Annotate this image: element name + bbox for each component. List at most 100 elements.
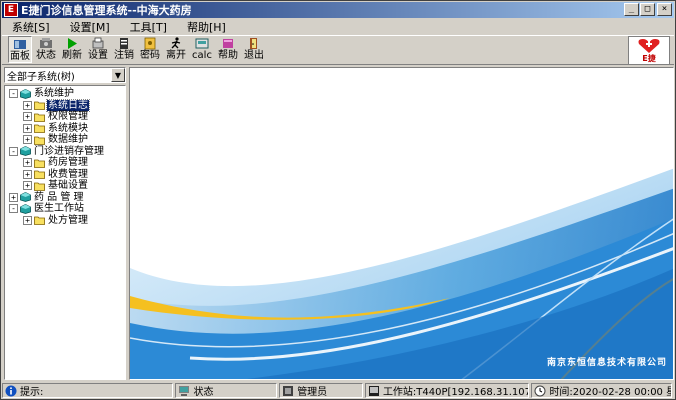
folder-icon xyxy=(34,159,45,168)
expand-icon[interactable]: + xyxy=(23,181,32,191)
expand-icon[interactable]: + xyxy=(23,135,32,145)
exit-button[interactable]: 退出 xyxy=(242,36,266,63)
tree-node[interactable]: + 药 品 管 理 xyxy=(5,192,125,204)
info-icon xyxy=(5,385,17,396)
tree-node-label: 系统日志 xyxy=(46,98,90,112)
tree-node[interactable]: + 收费管理 xyxy=(5,169,125,181)
settings-button[interactable]: 设置 xyxy=(86,36,110,63)
tree-node[interactable]: - 系统维护 xyxy=(5,88,125,100)
logo-text: E捷 xyxy=(642,54,656,63)
status-workstation-text: 工作站:T440P[192.168.31.107] xyxy=(382,387,530,398)
status-hint-panel: 提示: xyxy=(2,383,174,398)
leave-label: 离开 xyxy=(166,50,186,61)
navigation-pane: 全部子系统(树) ▼ - 系统维护 + 系统日志 + 权限管理 + 系统模块 + 数据维护 - 门诊进… xyxy=(4,67,126,380)
status-icon xyxy=(39,37,53,50)
status-user-text: 管理员 xyxy=(297,387,328,398)
brand-logo: E捷 xyxy=(628,36,670,65)
tree-node-label: 药房管理 xyxy=(48,157,88,169)
expand-icon[interactable]: + xyxy=(23,100,32,110)
collapse-icon[interactable]: - xyxy=(9,146,18,156)
panel-icon xyxy=(13,38,27,51)
module-cube-icon xyxy=(20,88,31,99)
leave-button[interactable]: 离开 xyxy=(164,36,188,63)
help-label: 帮助 xyxy=(218,50,238,61)
tree-node-label: 基础设置 xyxy=(48,180,88,192)
menu-help[interactable]: 帮助[H] xyxy=(177,19,236,35)
expand-icon[interactable]: + xyxy=(23,215,32,225)
status-time-text: 时间:2020-02-28 00:00 星期五 xyxy=(549,387,671,398)
tree-node[interactable]: + 处方管理 xyxy=(5,215,125,227)
folder-icon xyxy=(34,113,45,122)
logoff-icon xyxy=(117,37,131,50)
tree-node[interactable]: + 数据维护 xyxy=(5,134,125,146)
expand-icon[interactable]: + xyxy=(23,158,32,168)
tree-node[interactable]: + 药房管理 xyxy=(5,157,125,169)
status-state-text: 状态 xyxy=(193,387,214,398)
clock-icon xyxy=(534,385,546,396)
panel-button[interactable]: 面板 xyxy=(8,36,32,63)
expand-icon[interactable]: + xyxy=(23,169,32,179)
app-window: E E捷门诊信息管理系统--中海大药房 _ □ × 系统[S] 设置[M] 工具… xyxy=(0,0,676,400)
exit-icon xyxy=(247,37,261,50)
menu-tools[interactable]: 工具[T] xyxy=(120,19,177,35)
tree-node[interactable]: - 医生工作站 xyxy=(5,203,125,215)
refresh-button[interactable]: 刷新 xyxy=(60,36,84,63)
tree-node-label: 权限管理 xyxy=(48,111,88,123)
window-title: E捷门诊信息管理系统--中海大药房 xyxy=(21,4,192,17)
folder-icon xyxy=(34,124,45,134)
tree-node-label: 数据维护 xyxy=(48,134,88,146)
status-user-panel: 管理员 xyxy=(279,383,363,398)
module-cube-icon xyxy=(20,203,31,214)
tree-node[interactable]: + 权限管理 xyxy=(5,111,125,123)
calc-button[interactable]: calc xyxy=(190,36,214,63)
folder-icon xyxy=(34,136,45,145)
status-time-panel: 时间:2020-02-28 00:00 星期五 xyxy=(531,383,673,398)
collapse-icon[interactable]: - xyxy=(9,89,18,99)
refresh-label: 刷新 xyxy=(62,50,82,61)
folder-icon xyxy=(34,182,45,191)
window-controls: _ □ × xyxy=(623,3,672,16)
status-bar: 提示: 状态 管理员 工作站:T440P[192.168.31.107] 时间:… xyxy=(2,382,674,399)
computer-icon xyxy=(179,385,190,396)
logoff-button[interactable]: 注销 xyxy=(112,36,136,63)
background-wave-graphic xyxy=(130,168,673,379)
expand-icon[interactable]: + xyxy=(9,192,18,202)
expand-icon[interactable]: + xyxy=(23,123,32,133)
user-icon xyxy=(283,385,294,396)
tree-node-label: 处方管理 xyxy=(48,214,88,226)
menu-bar: 系统[S] 设置[M] 工具[T] 帮助[H] xyxy=(2,18,674,35)
tree-node[interactable]: - 门诊进销存管理 xyxy=(5,146,125,158)
chevron-down-icon[interactable]: ▼ xyxy=(111,68,125,82)
password-button[interactable]: 密码 xyxy=(138,36,162,63)
settings-icon xyxy=(91,37,105,50)
status-button[interactable]: 状态 xyxy=(34,36,58,63)
tree-node-label: 门诊进销存管理 xyxy=(34,145,104,157)
calc-label: calc xyxy=(192,50,212,61)
module-cube-icon xyxy=(20,192,31,203)
folder-icon xyxy=(34,101,45,111)
tree-node[interactable]: + 系统模块 xyxy=(5,123,125,135)
tree-node-label: 药 品 管 理 xyxy=(34,191,84,203)
module-cube-icon xyxy=(20,146,31,157)
close-button[interactable]: × xyxy=(657,3,672,16)
tree-node[interactable]: + 系统日志 xyxy=(5,98,125,112)
help-icon xyxy=(221,37,235,50)
title-bar[interactable]: E E捷门诊信息管理系统--中海大药房 _ □ × xyxy=(2,2,674,18)
leave-icon xyxy=(169,37,183,50)
menu-settings[interactable]: 设置[M] xyxy=(60,19,120,35)
maximize-button[interactable]: □ xyxy=(640,3,655,16)
expand-icon[interactable]: + xyxy=(23,112,32,122)
subsystem-select[interactable]: 全部子系统(树) ▼ xyxy=(4,67,126,83)
tree-node[interactable]: + 基础设置 xyxy=(5,180,125,192)
collapse-icon[interactable]: - xyxy=(9,204,18,214)
help-button[interactable]: 帮助 xyxy=(216,36,240,63)
refresh-icon xyxy=(65,37,79,50)
subsystem-select-value: 全部子系统(树) xyxy=(7,71,75,83)
app-icon[interactable]: E xyxy=(4,3,18,17)
calculator-icon xyxy=(195,37,209,50)
status-hint-text: 提示: xyxy=(20,387,44,398)
panel-label: 面板 xyxy=(10,51,30,62)
folder-icon xyxy=(34,216,45,226)
menu-system[interactable]: 系统[S] xyxy=(2,19,60,35)
minimize-button[interactable]: _ xyxy=(624,3,639,16)
